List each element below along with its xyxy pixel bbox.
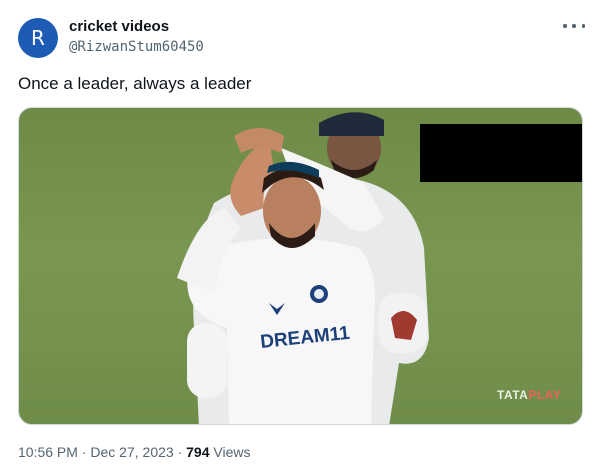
tweet-video[interactable]: DREAM11 TATAPLAY [18, 107, 583, 425]
display-name[interactable]: cricket videos [69, 18, 169, 35]
avatar[interactable]: R [18, 18, 58, 58]
tweet-text: Once a leader, always a leader [18, 74, 252, 93]
meta-separator-2: · [177, 444, 183, 460]
tweet-meta: 10:56 PM · Dec 27, 2023 · 794 Views [18, 444, 250, 460]
more-icon[interactable] [563, 18, 585, 34]
avatar-letter: R [31, 26, 45, 50]
redaction-block [420, 124, 582, 182]
tweet-date[interactable]: Dec 27, 2023 [90, 444, 173, 460]
tweet-time[interactable]: 10:56 PM [18, 444, 78, 460]
user-handle[interactable]: @RizwanStum60450 [69, 39, 204, 55]
meta-separator: · [81, 444, 87, 460]
views-count: 794 [186, 444, 210, 460]
tweet-card: R cricket videos @RizwanStum60450 Once a… [0, 0, 595, 475]
views-label: Views [213, 444, 251, 460]
broadcaster-watermark: TATAPLAY [497, 388, 562, 402]
